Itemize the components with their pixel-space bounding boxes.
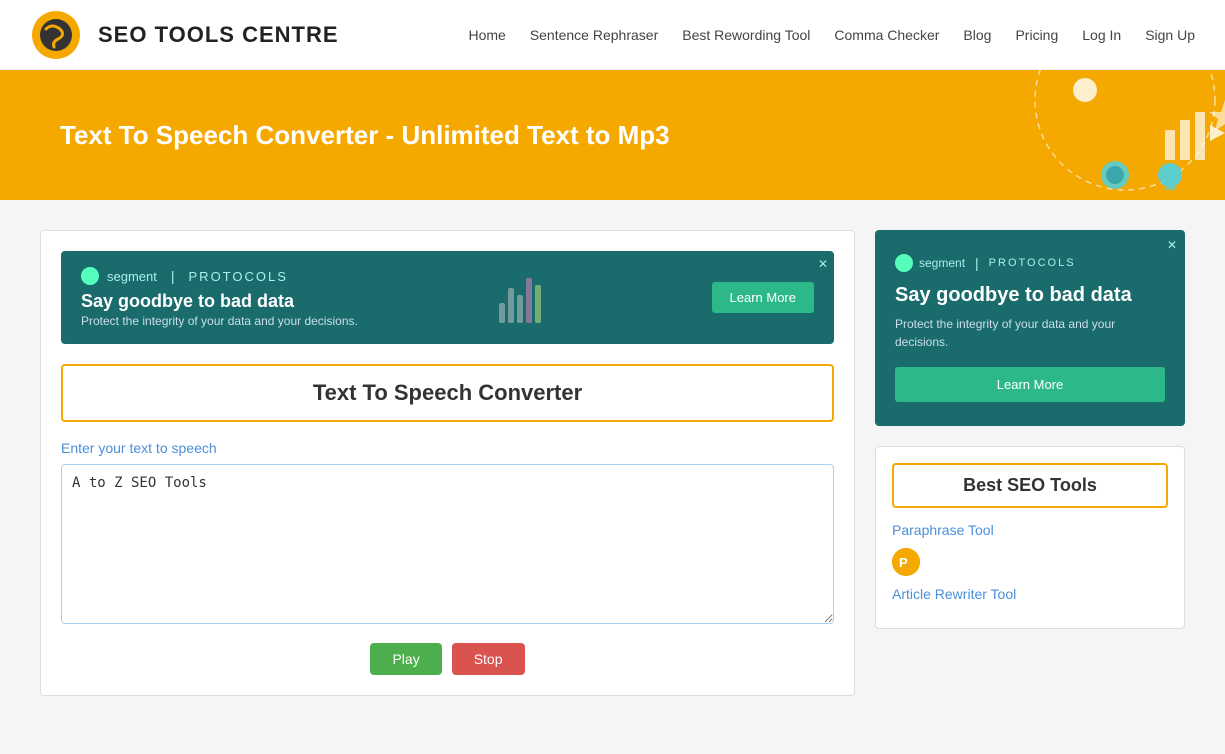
nav-pricing[interactable]: Pricing (1015, 27, 1058, 43)
right-ad-logo-row: segment | PROTOCOLS (895, 254, 1165, 272)
right-ad-banner: segment | PROTOCOLS Say goodbye to bad d… (875, 230, 1185, 426)
nav-signup[interactable]: Sign Up (1145, 27, 1195, 43)
nav-blog[interactable]: Blog (963, 27, 991, 43)
svg-text:P: P (899, 555, 908, 570)
tool-title-box: Text To Speech Converter (61, 364, 834, 422)
nav-sentence-rephraser[interactable]: Sentence Rephraser (530, 27, 658, 43)
main-wrapper: segment | PROTOCOLS Say goodbye to bad d… (0, 200, 1225, 726)
ad-subtext: Protect the integrity of your data and y… (81, 314, 358, 328)
paraphrase-icon-row: P (892, 548, 1168, 576)
top-ad-banner: segment | PROTOCOLS Say goodbye to bad d… (61, 251, 834, 344)
seo-tools-title-box: Best SEO Tools (892, 463, 1168, 508)
right-ad-protocols: PROTOCOLS (989, 257, 1076, 269)
right-column: segment | PROTOCOLS Say goodbye to bad d… (875, 230, 1185, 696)
article-rewriter-label: Article Rewriter Tool (892, 586, 1016, 602)
navbar: SEO TOOLS CENTRE Home Sentence Rephraser… (0, 0, 1225, 70)
right-ad-divider: | (975, 255, 979, 271)
nav-links: Home Sentence Rephraser Best Rewording T… (468, 27, 1195, 43)
right-ad-subtext: Protect the integrity of your data and y… (895, 315, 1165, 351)
input-label-highlight: speech (172, 440, 217, 456)
hero-title: Text To Speech Converter - Unlimited Tex… (60, 120, 670, 151)
left-column: segment | PROTOCOLS Say goodbye to bad d… (40, 230, 855, 696)
right-segment-icon (895, 254, 913, 272)
stop-button[interactable]: Stop (452, 643, 525, 675)
right-ad-segment-text: segment (919, 256, 965, 270)
nav-comma-checker[interactable]: Comma Checker (834, 27, 939, 43)
seo-tools-title: Best SEO Tools (904, 475, 1156, 496)
ad-banner-logo: segment | PROTOCOLS (81, 267, 358, 285)
text-to-speech-input[interactable]: A to Z SEO Tools (61, 464, 834, 624)
paraphrase-tool-icon: P (892, 548, 920, 576)
ad-close-icon[interactable]: ✕ (818, 257, 828, 271)
button-row: Play Stop (61, 643, 834, 675)
ad-deco-bars (499, 273, 551, 323)
ad-learn-more-button[interactable]: Learn More (712, 282, 814, 313)
ad-banner-content: segment | PROTOCOLS Say goodbye to bad d… (81, 267, 358, 328)
paraphrase-tool-label: Paraphrase Tool (892, 522, 994, 538)
ad-divider: | (171, 268, 175, 284)
ad-headline: Say goodbye to bad data (81, 291, 358, 312)
seo-tool-article-rewriter[interactable]: Article Rewriter Tool (892, 586, 1168, 602)
right-ad-headline: Say goodbye to bad data (895, 284, 1165, 307)
seo-tool-paraphrase[interactable]: Paraphrase Tool (892, 522, 1168, 538)
right-ad-learn-more-button[interactable]: Learn More (895, 367, 1165, 402)
seo-tools-box: Best SEO Tools Paraphrase Tool P Article… (875, 446, 1185, 629)
play-button[interactable]: Play (370, 643, 441, 675)
site-logo[interactable]: SEO TOOLS CENTRE (30, 9, 339, 61)
ad-segment-text: segment (107, 269, 157, 284)
hero-banner: Text To Speech Converter - Unlimited Tex… (0, 70, 1225, 200)
nav-login[interactable]: Log In (1082, 27, 1121, 43)
ad-protocols-text: PROTOCOLS (189, 269, 288, 284)
nav-home[interactable]: Home (468, 27, 505, 43)
logo-text: SEO TOOLS CENTRE (98, 22, 339, 48)
tool-title: Text To Speech Converter (77, 380, 818, 406)
right-ad-close-icon[interactable]: ✕ (1167, 238, 1177, 252)
segment-icon (81, 267, 99, 285)
nav-best-rewording-tool[interactable]: Best Rewording Tool (682, 27, 810, 43)
input-label: Enter your text to speech (61, 440, 834, 456)
input-label-text: Enter your text to speech (61, 440, 217, 456)
